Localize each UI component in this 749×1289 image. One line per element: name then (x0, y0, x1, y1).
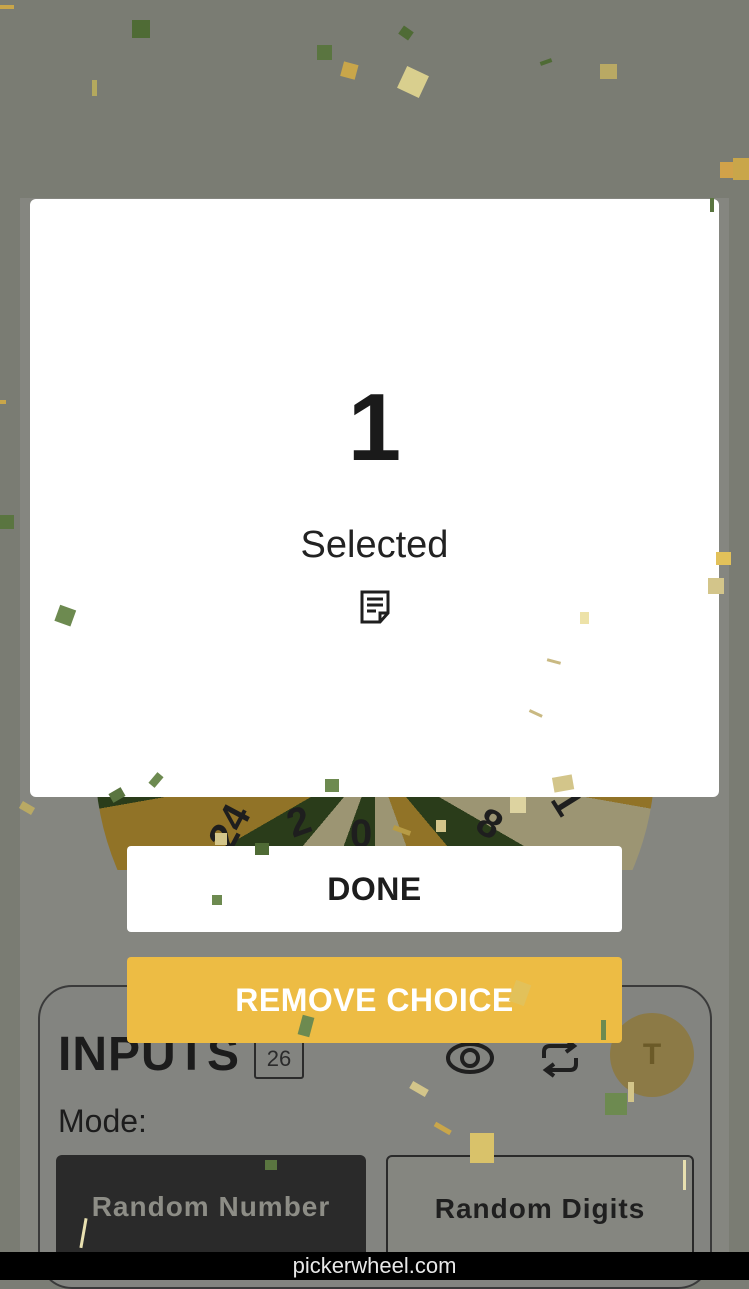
result-modal: 1 Selected (30, 199, 719, 797)
done-button[interactable]: DONE (127, 846, 622, 932)
avatar[interactable]: T (610, 1013, 694, 1097)
result-label: Selected (300, 524, 449, 566)
eye-icon[interactable] (446, 1037, 494, 1079)
inputs-count-badge: 26 (254, 1039, 304, 1079)
mode-random-number-button[interactable]: Random Number (56, 1155, 366, 1265)
mode-label: Mode: (58, 1103, 147, 1139)
notes-icon[interactable] (359, 589, 395, 625)
result-value: 1 (347, 374, 402, 481)
mode-random-digits-button[interactable]: Random Digits (386, 1155, 694, 1265)
browser-url-bar: pickerwheel.com (0, 1252, 749, 1280)
remove-choice-button[interactable]: REMOVE CHOICE (127, 957, 622, 1043)
repeat-icon[interactable] (536, 1037, 584, 1079)
